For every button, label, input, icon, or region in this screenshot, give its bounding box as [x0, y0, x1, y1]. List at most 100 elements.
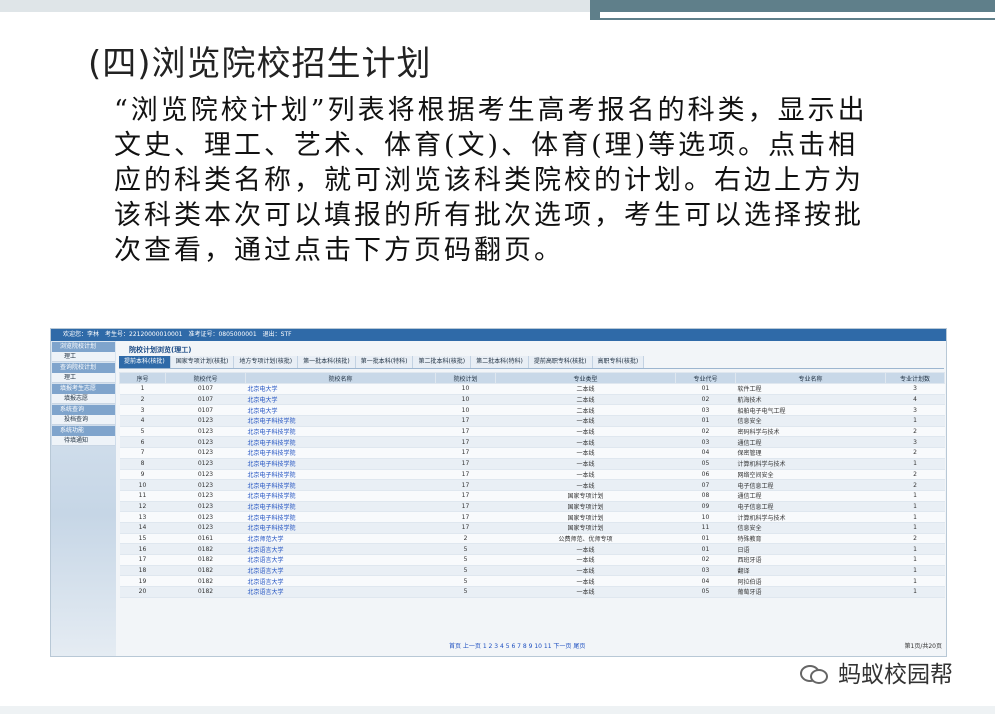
table-cell: 网络空间安全 [735, 469, 886, 481]
table-cell: 15 [119, 533, 166, 545]
sidebar-section[interactable]: 填报考生志愿 [52, 384, 115, 394]
sidebar-item[interactable]: 理工 [52, 352, 115, 362]
school-name-link[interactable]: 北京电子科技学院 [245, 511, 436, 523]
table-row[interactable]: 13 0123 北京电子科技学院 17 国家专项计划 10 计算机科学与技术 1 [119, 511, 945, 523]
page-info: 第1页/共20页 [904, 643, 942, 650]
tab-batch[interactable]: 高职专科(核批) [592, 356, 645, 368]
table-cell: 17 [435, 426, 496, 438]
school-name-link[interactable]: 北京电子科技学院 [245, 522, 436, 534]
school-name-link[interactable]: 北京语言大学 [245, 575, 436, 588]
tab-batch[interactable]: 地方专项计划(核批) [234, 356, 299, 368]
school-name-link[interactable]: 北京语言大学 [245, 586, 436, 598]
school-name-link[interactable]: 北京电子科技学院 [245, 479, 436, 491]
top-bar-item-0: 欢迎您：李林 [63, 331, 100, 338]
sidebar-section[interactable]: 系统查询 [52, 405, 115, 415]
table-cell: 10 [435, 404, 496, 417]
table-row[interactable]: 7 0123 北京电子科技学院 17 一本线 04 保密管理 2 [119, 447, 945, 459]
sidebar-section[interactable]: 系统功能 [52, 426, 115, 436]
table-cell: 国家专项计划 [495, 501, 676, 513]
tab-batch[interactable]: 提前高职专科(核批) [528, 356, 593, 368]
table-row[interactable]: 12 0123 北京电子科技学院 17 国家专项计划 09 电子信息工程 1 [119, 501, 945, 513]
batch-tabs: 提前本科(核批) 国家专项计划(核批) 地方专项计划(核批) 第一批本科(核批) 第一批… [119, 356, 944, 369]
table-cell: 一本线 [495, 415, 676, 427]
tab-batch[interactable]: 第一批本科(特科) [355, 356, 414, 368]
sidebar-item[interactable]: 填报志愿 [52, 394, 115, 404]
table-cell: 电子信息工程 [735, 501, 886, 513]
table-cell: 0123 [165, 501, 246, 513]
tab-batch[interactable]: 国家专项计划(核批) [170, 356, 235, 368]
table-cell: 1 [885, 554, 945, 566]
table-cell: 0123 [165, 436, 246, 449]
table-row[interactable]: 6 0123 北京电子科技学院 17 一本线 03 通信工程 3 [119, 436, 945, 449]
school-name-link[interactable]: 北京电子科技学院 [245, 436, 436, 449]
table-cell: 2 [119, 394, 166, 406]
table-row[interactable]: 5 0123 北京电子科技学院 17 一本线 02 密码科学与技术 2 [119, 426, 945, 438]
table-cell: 一本线 [495, 565, 676, 577]
tab-batch[interactable]: 提前本科(核批) [119, 356, 171, 368]
school-name-link[interactable]: 北京语言大学 [245, 543, 436, 555]
table-cell: 国家专项计划 [495, 511, 676, 523]
table-cell: 1 [885, 575, 945, 588]
school-name-link[interactable]: 北京电子科技学院 [245, 458, 436, 470]
table-row[interactable]: 8 0123 北京电子科技学院 17 一本线 05 计算机科学与技术 1 [119, 458, 945, 470]
school-name-link[interactable]: 北京电大学 [245, 394, 436, 406]
slide-title: (四)浏览院校招生计划 [88, 44, 432, 84]
school-name-link[interactable]: 北京电大学 [245, 404, 436, 417]
school-name-link[interactable]: 北京语言大学 [245, 554, 436, 566]
table-cell: 0182 [165, 565, 246, 577]
table-cell: 01 [675, 533, 736, 545]
sidebar-item[interactable]: 投档查询 [52, 415, 115, 425]
table-row[interactable]: 9 0123 北京电子科技学院 17 一本线 06 网络空间安全 2 [119, 469, 945, 481]
table-row[interactable]: 20 0182 北京语言大学 5 一本线 05 葡萄牙语 1 [119, 586, 945, 598]
table-cell: 一本线 [495, 575, 676, 588]
school-name-link[interactable]: 北京电子科技学院 [245, 490, 436, 502]
table-row[interactable]: 17 0182 北京语言大学 5 一本线 02 西班牙语 1 [119, 554, 945, 566]
tab-batch[interactable]: 第一批本科(核批) [298, 356, 356, 368]
school-name-link[interactable]: 北京师范大学 [245, 533, 436, 545]
table-cell: 一本线 [495, 586, 676, 598]
table-cell: 计算机科学与技术 [735, 458, 886, 470]
school-name-link[interactable]: 北京电子科技学院 [245, 447, 436, 459]
table-row[interactable]: 1 0107 北京电大学 10 二本线 01 软件工程 3 [119, 383, 945, 395]
tab-batch[interactable]: 第二批本科(核批) [413, 356, 472, 368]
table-row[interactable]: 11 0123 北京电子科技学院 17 国家专项计划 08 通信工程 1 [119, 490, 945, 502]
table-row[interactable]: 10 0123 北京电子科技学院 17 一本线 07 电子信息工程 2 [119, 479, 945, 491]
table-cell: 14 [119, 522, 166, 534]
table-cell: 0123 [165, 447, 246, 459]
school-name-link[interactable]: 北京电大学 [245, 383, 436, 395]
table-cell: 二本线 [495, 383, 676, 395]
table-header-row: 序号 院校代号 院校名称 院校计划 专业类型 专业代号 专业名称 专业计划数 [119, 372, 945, 384]
table-row[interactable]: 14 0123 北京电子科技学院 17 国家专项计划 11 信息安全 1 [119, 522, 945, 534]
table-cell: 1 [885, 501, 945, 513]
table-cell: 10 [435, 394, 496, 406]
sidebar-item[interactable]: 待填通知 [52, 436, 115, 446]
table-cell: 国家专项计划 [495, 522, 676, 534]
table-row[interactable]: 19 0182 北京语言大学 5 一本线 04 阿拉伯语 1 [119, 575, 945, 588]
sidebar-section[interactable]: 浏览院校计划 [52, 342, 115, 352]
school-name-link[interactable]: 北京电子科技学院 [245, 426, 436, 438]
table-cell: 二本线 [495, 404, 676, 417]
table-row[interactable]: 16 0182 北京语言大学 5 一本线 01 日语 1 [119, 543, 945, 555]
sidebar-item[interactable]: 理工 [52, 373, 115, 383]
table-cell: 08 [675, 490, 736, 502]
table-row[interactable]: 2 0107 北京电大学 10 二本线 02 航海技术 4 [119, 394, 945, 406]
top-bar-item-3[interactable]: 退出：STF [263, 331, 292, 338]
table-row[interactable]: 18 0182 北京语言大学 5 一本线 03 翻译 1 [119, 565, 945, 577]
sidebar-section[interactable]: 查询院校计划 [52, 363, 115, 373]
school-name-link[interactable]: 北京电子科技学院 [245, 469, 436, 481]
school-name-link[interactable]: 北京电子科技学院 [245, 501, 436, 513]
table-cell: 5 [119, 426, 166, 438]
pagination-links[interactable]: 首页 上一页 1 2 3 4 5 6 7 8 9 10 11 下一页 尾页 [449, 641, 585, 653]
tab-batch[interactable]: 第二批本科(特科) [471, 356, 529, 368]
table-cell: 0161 [165, 533, 246, 545]
table-row[interactable]: 3 0107 北京电大学 10 二本线 03 船舶电子电气工程 3 [119, 404, 945, 417]
table-cell: 通信工程 [735, 436, 886, 449]
table-row[interactable]: 4 0123 北京电子科技学院 17 一本线 01 信息安全 1 [119, 415, 945, 427]
table-cell: 1 [885, 543, 945, 555]
table-cell: 1 [885, 458, 945, 470]
table-cell: 06 [675, 469, 736, 481]
table-row[interactable]: 15 0161 北京师范大学 2 公费师范、优师专项 01 特殊教育 2 [119, 533, 945, 545]
school-name-link[interactable]: 北京电子科技学院 [245, 415, 436, 427]
school-name-link[interactable]: 北京语言大学 [245, 565, 436, 577]
table-cell: 11 [119, 490, 166, 502]
